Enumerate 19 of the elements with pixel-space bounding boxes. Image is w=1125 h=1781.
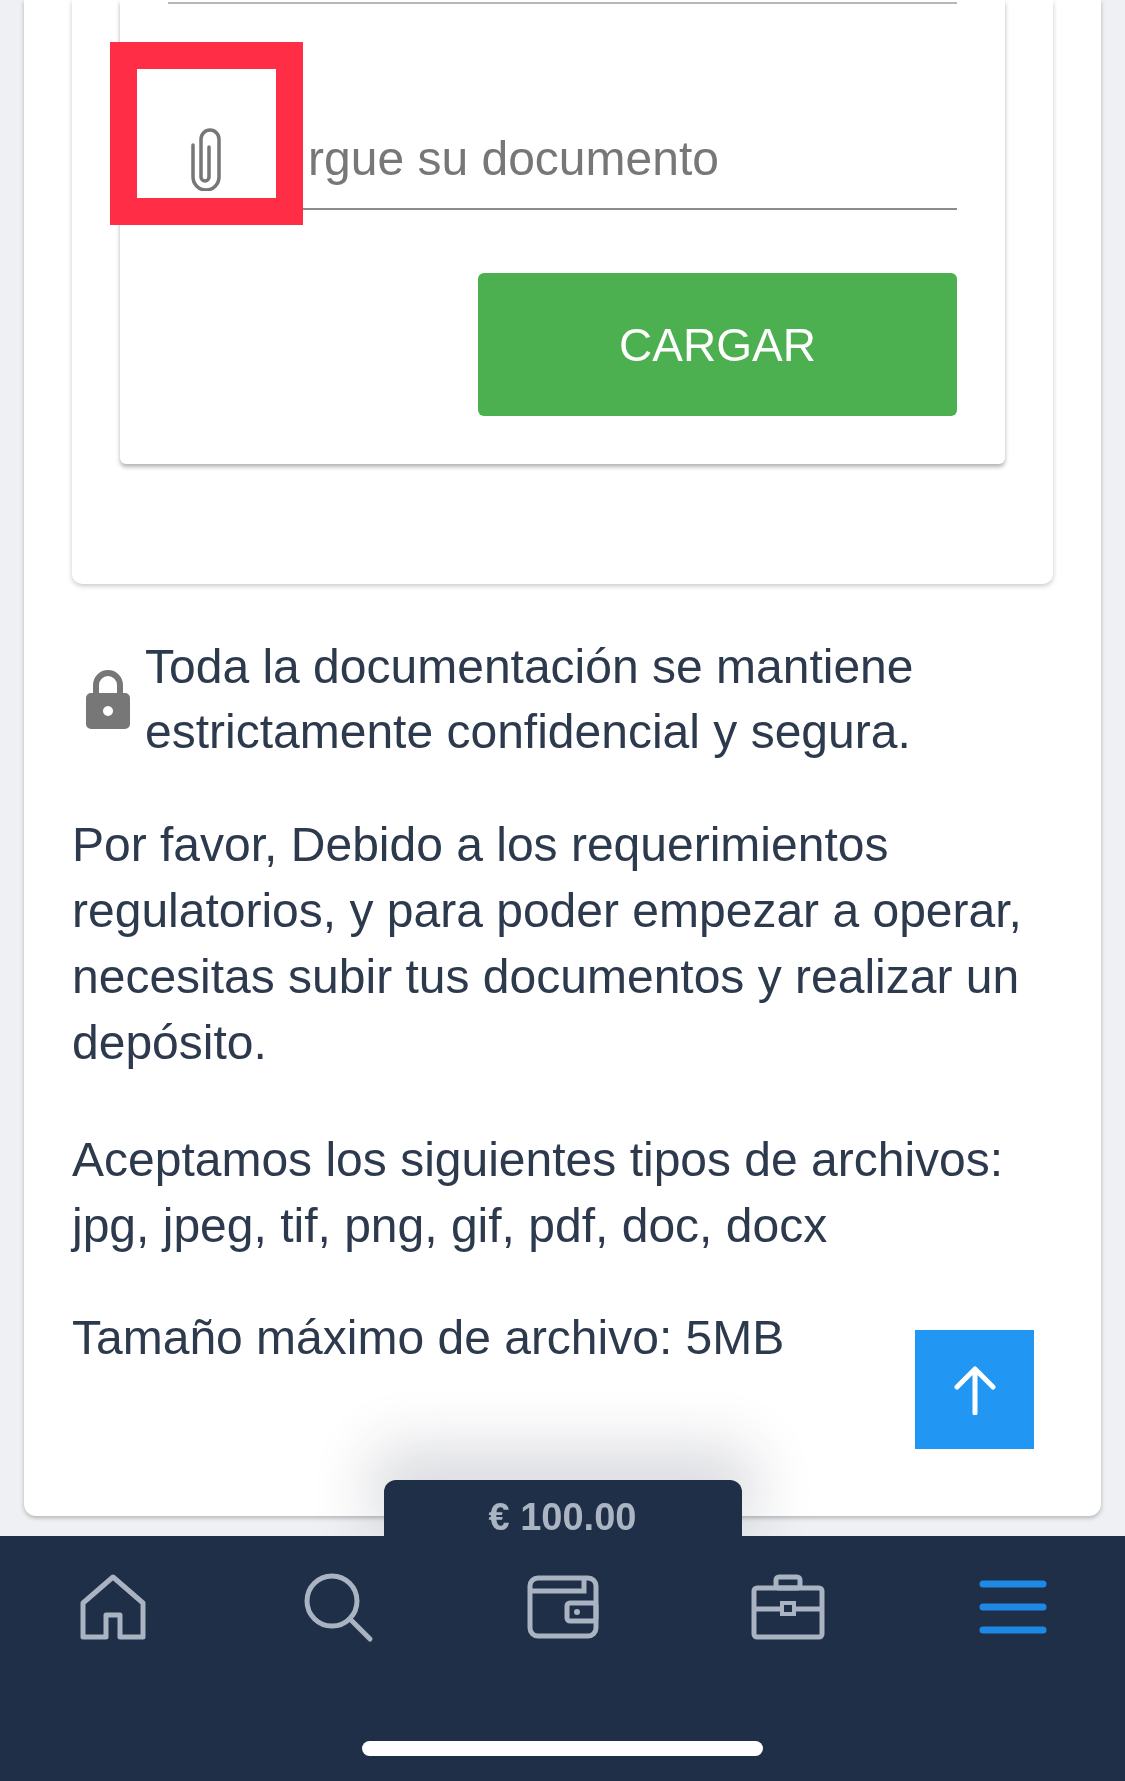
lock-icon <box>84 667 132 731</box>
upload-field[interactable]: rgue su documento <box>168 109 957 210</box>
menu-tab[interactable] <box>978 1579 1047 1635</box>
arrow-up-icon <box>952 1364 997 1415</box>
home-icon <box>78 1573 147 1641</box>
scroll-top-button[interactable] <box>915 1330 1034 1449</box>
home-tab[interactable] <box>78 1573 147 1641</box>
wallet-tab[interactable] <box>526 1575 599 1639</box>
briefcase-tab[interactable] <box>750 1574 825 1640</box>
security-note: Toda la documentación se mantiene estrictamente confidencial y segura. <box>145 639 915 760</box>
regulatory-notice: Por favor, Debido a los requerimientos regulatorios, y para poder empezar a operar, necesitas subir tus documentos y realizar un depósito. <box>72 817 1023 1071</box>
wallet-icon <box>526 1575 599 1639</box>
upload-button[interactable]: CARGAR <box>478 273 957 416</box>
menu-icon <box>978 1579 1047 1635</box>
briefcase-icon <box>750 1574 825 1640</box>
paperclip-icon <box>189 127 223 191</box>
max-file-size: Tamaño máximo de archivo: 5MB <box>72 1310 786 1366</box>
accepted-file-types: Aceptamos los siguientes tipos de archivos: jpg, jpeg, tif, png, gif, pdf, doc, docx <box>72 1132 1005 1254</box>
balance-display: € 100.00 <box>383 1480 742 1536</box>
